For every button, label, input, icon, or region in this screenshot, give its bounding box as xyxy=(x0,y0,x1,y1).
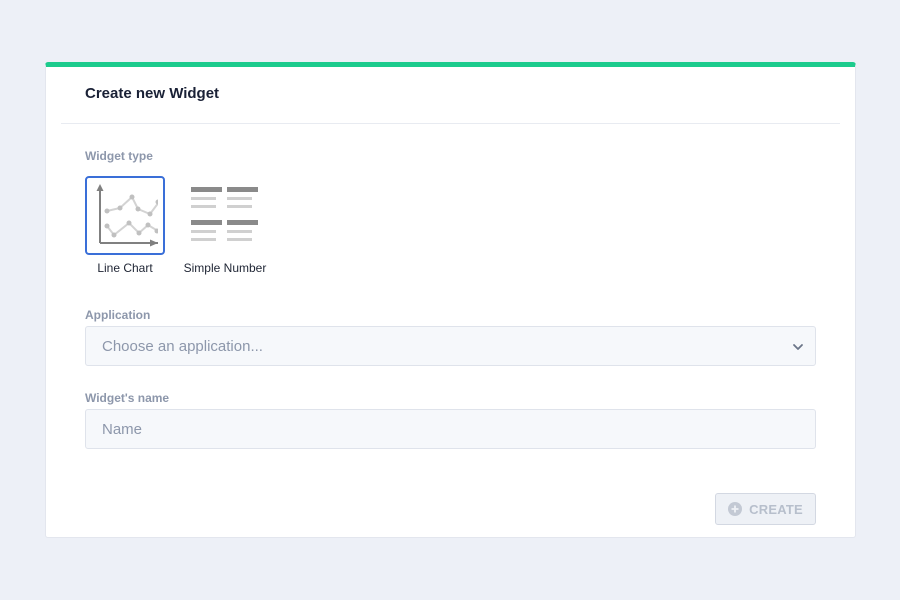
widget-type-label: Widget type xyxy=(85,149,153,163)
widget-type-line-chart[interactable]: Line Chart xyxy=(85,176,165,275)
simple-number-icon-box xyxy=(185,176,265,255)
application-select[interactable]: Choose an application... xyxy=(85,326,816,366)
widget-type-simple-number-label: Simple Number xyxy=(183,261,267,275)
application-select-placeholder: Choose an application... xyxy=(102,337,263,355)
line-chart-icon-box xyxy=(85,176,165,255)
application-label: Application xyxy=(85,308,151,322)
plus-circle-icon xyxy=(728,502,743,516)
line-chart-icon xyxy=(96,183,158,246)
create-widget-card: Create new Widget Widget type Line Chart… xyxy=(45,62,856,538)
widget-type-simple-number[interactable]: Simple Number xyxy=(177,176,273,275)
widget-name-label: Widget's name xyxy=(85,391,170,405)
simple-number-icon xyxy=(191,186,258,241)
create-button[interactable]: CREATE xyxy=(715,493,816,525)
widget-type-line-chart-label: Line Chart xyxy=(97,261,153,275)
widget-name-input[interactable] xyxy=(102,420,815,438)
widget-type-list: Line Chart Simple Number xyxy=(85,176,273,275)
chevron-down-icon xyxy=(793,344,803,350)
widget-name-field xyxy=(85,409,816,449)
card-header: Create new Widget xyxy=(61,67,840,124)
card-title: Create new Widget xyxy=(85,84,220,102)
create-button-label: CREATE xyxy=(749,501,803,517)
